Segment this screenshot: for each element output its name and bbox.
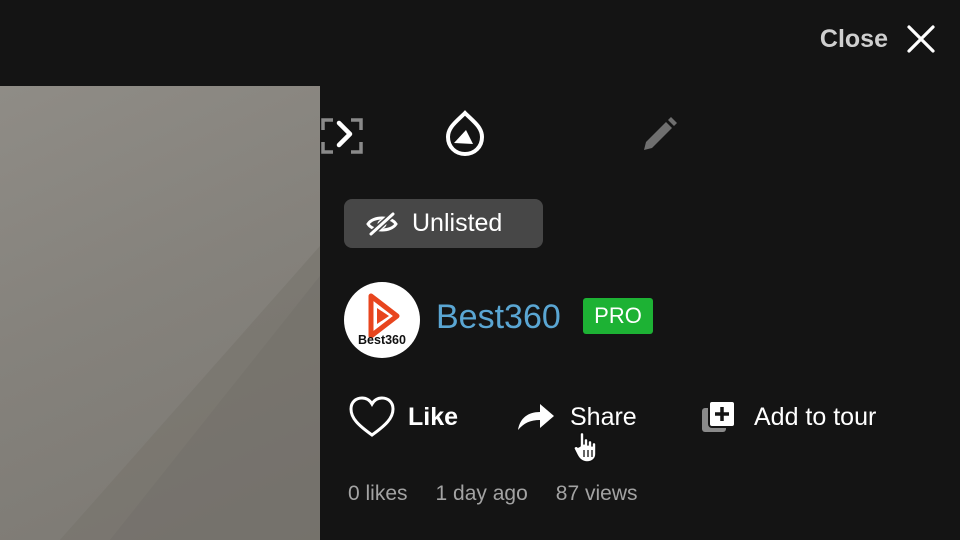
eye-off-icon xyxy=(366,210,398,237)
views-count: 87 views xyxy=(555,482,638,505)
stats-row: 0 likes 1 day ago 87 views xyxy=(348,482,665,506)
upload-date: 1 day ago xyxy=(435,482,528,505)
visibility-label: Unlisted xyxy=(412,209,503,237)
logo-text: Best360 xyxy=(358,333,406,347)
wall-corner-shading xyxy=(60,246,320,540)
hand-cursor-icon xyxy=(572,430,602,469)
fullscreen-icon xyxy=(321,118,363,154)
close-icon xyxy=(907,25,935,53)
visibility-badge: Unlisted xyxy=(344,199,543,248)
top-bar: Close xyxy=(0,0,960,86)
share-arrow-icon xyxy=(518,404,554,430)
panorama-preview[interactable] xyxy=(0,86,320,540)
like-label: Like xyxy=(408,402,459,431)
user-avatar[interactable]: Best360 xyxy=(344,282,420,358)
likes-count: 0 likes xyxy=(348,482,408,505)
drop-icon xyxy=(445,110,485,157)
drop-button[interactable] xyxy=(440,108,490,158)
fullscreen-button[interactable] xyxy=(320,116,364,156)
edit-button[interactable] xyxy=(636,112,682,158)
share-label: Share xyxy=(570,402,637,431)
heart-icon xyxy=(349,396,395,437)
username-link[interactable]: Best360 xyxy=(436,298,561,337)
info-panel: Unlisted Best360 Best360 PRO Like Share … xyxy=(320,86,960,540)
pro-badge: PRO xyxy=(583,298,653,334)
best360-logo-icon: Best360 xyxy=(358,293,406,347)
pencil-icon xyxy=(644,117,677,150)
close-label: Close xyxy=(819,24,888,53)
close-button[interactable]: Close xyxy=(820,20,936,58)
add-to-tour-icon xyxy=(702,400,736,432)
like-button[interactable]: Like xyxy=(348,392,458,442)
add-to-tour-button[interactable]: Add to tour xyxy=(700,392,876,442)
add-to-tour-label: Add to tour xyxy=(754,402,877,431)
